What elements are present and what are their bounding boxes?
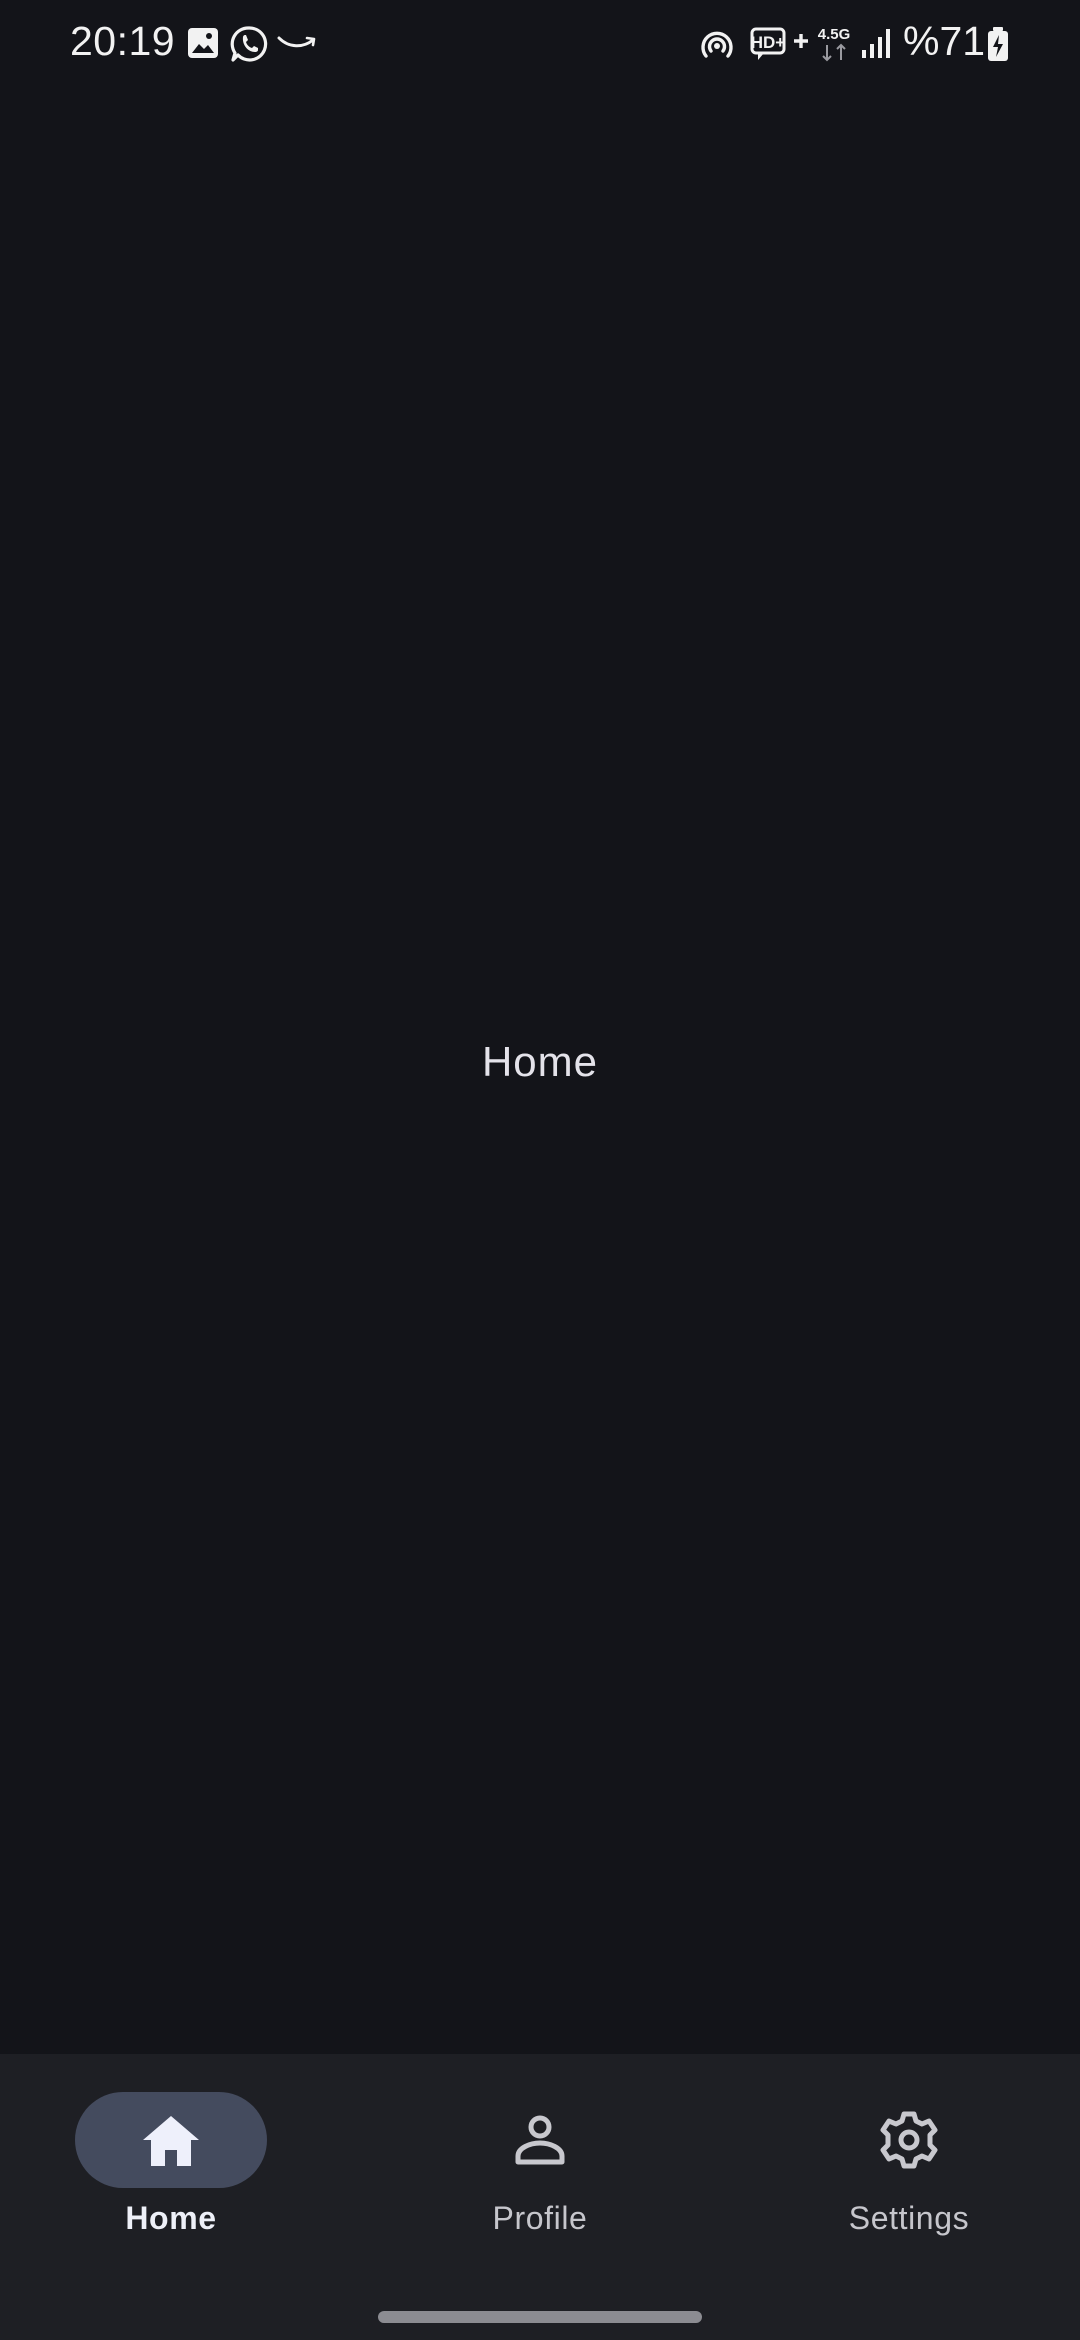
- bottom-navigation-bar: Home Profile Settings: [0, 2054, 1080, 2340]
- nav-item-home[interactable]: Home: [21, 2092, 321, 2252]
- status-time: 20:19: [70, 18, 176, 64]
- hotspot-icon: [701, 31, 733, 58]
- nav-label-home: Home: [125, 2200, 217, 2236]
- home-icon: [143, 2116, 199, 2166]
- network-type-icon: 4.5G: [818, 26, 851, 62]
- nav-label-profile: Profile: [492, 2200, 588, 2236]
- gear-icon: [880, 2111, 938, 2169]
- svg-text:4.5G: 4.5G: [818, 26, 851, 43]
- nav-item-settings[interactable]: Settings: [759, 2092, 1059, 2252]
- svg-text:HD+: HD+: [751, 33, 786, 52]
- hd-voice-icon: HD+: [750, 27, 808, 60]
- status-bar: 20:19 HD+ 4.5G %71: [0, 0, 1080, 88]
- amazon-notification-icon: [277, 36, 316, 48]
- person-icon: [515, 2115, 565, 2165]
- nav-label-settings: Settings: [848, 2200, 970, 2236]
- battery-percentage: %71: [903, 18, 986, 64]
- main-content: Home: [0, 88, 1080, 2054]
- battery-charging-icon: [988, 27, 1008, 61]
- gesture-navigation-handle[interactable]: [378, 2311, 702, 2323]
- gallery-notification-icon: [188, 28, 218, 58]
- signal-strength-icon: [862, 29, 890, 58]
- nav-item-profile[interactable]: Profile: [390, 2092, 690, 2252]
- whatsapp-notification-icon: [230, 26, 268, 62]
- app-screen: 20:19 HD+ 4.5G %71 Home Home Profile Set…: [0, 0, 1080, 2340]
- page-title: Home: [481, 1038, 599, 1085]
